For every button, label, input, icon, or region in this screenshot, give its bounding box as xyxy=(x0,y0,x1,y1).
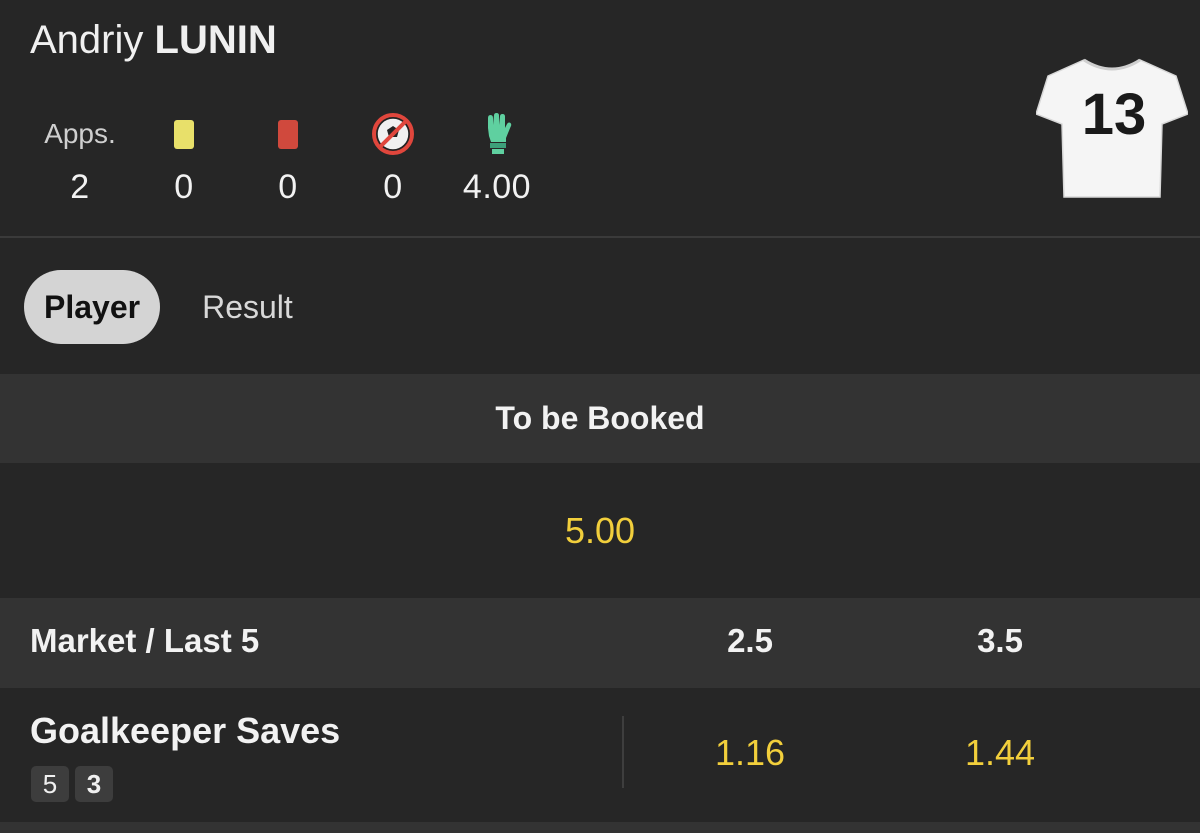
player-last-name: LUNIN xyxy=(154,18,277,62)
bottom-strip xyxy=(0,822,1200,833)
market-row-goalkeeper-saves: Goalkeeper Saves 5 3 1.16 1.44 xyxy=(0,688,1200,822)
stat-yellow-cards: 0 xyxy=(134,112,234,207)
own-goals-value: 0 xyxy=(383,168,403,206)
odds-3-5[interactable]: 1.44 xyxy=(940,732,1060,774)
player-first-name: Andriy xyxy=(30,18,144,62)
market-header-label: Market / Last 5 xyxy=(30,622,260,659)
stat-red-cards: 0 xyxy=(238,112,338,207)
last-five-chip: 3 xyxy=(75,766,113,802)
stat-goalkeeper: 4.00 xyxy=(447,112,547,207)
booked-odds[interactable]: 5.00 xyxy=(565,510,635,552)
market-name: Goalkeeper Saves xyxy=(30,710,341,751)
goalkeeper-glove-icon xyxy=(488,113,512,154)
market-header: Market / Last 5 2.5 3.5 xyxy=(0,598,1200,688)
booked-market-row: 5.00 xyxy=(0,463,1200,598)
column-divider xyxy=(622,716,624,788)
booked-market-title: To be Booked xyxy=(0,374,1200,463)
jersey-icon: 13 xyxy=(1036,58,1188,198)
tab-bar: Player Result xyxy=(24,270,293,344)
tab-result[interactable]: Result xyxy=(202,289,293,326)
apps-label: Apps. xyxy=(44,118,116,149)
red-cards-value: 0 xyxy=(278,168,298,206)
stat-apps: Apps. 2 xyxy=(30,112,130,207)
stat-own-goals: 0 xyxy=(343,112,443,207)
apps-value: 2 xyxy=(70,168,90,206)
player-name: Andriy LUNIN xyxy=(30,18,277,63)
jersey-number: 13 xyxy=(1082,82,1147,147)
odds-2-5[interactable]: 1.16 xyxy=(690,732,810,774)
goalkeeper-value: 4.00 xyxy=(462,168,532,206)
last-five-chip: 5 xyxy=(31,766,69,802)
column-header-2-5: 2.5 xyxy=(727,622,773,659)
player-header: Andriy LUNIN Apps. 2 0 0 0 4.00 13 xyxy=(0,0,1200,238)
yellow-card-icon xyxy=(174,119,194,149)
last-five-chips: 5 3 xyxy=(31,766,113,802)
red-card-icon xyxy=(278,119,298,149)
column-header-3-5: 3.5 xyxy=(977,622,1023,659)
tab-player[interactable]: Player xyxy=(24,270,161,344)
own-goal-icon xyxy=(372,113,414,155)
header-divider xyxy=(0,236,1200,238)
yellow-cards-value: 0 xyxy=(174,168,194,206)
